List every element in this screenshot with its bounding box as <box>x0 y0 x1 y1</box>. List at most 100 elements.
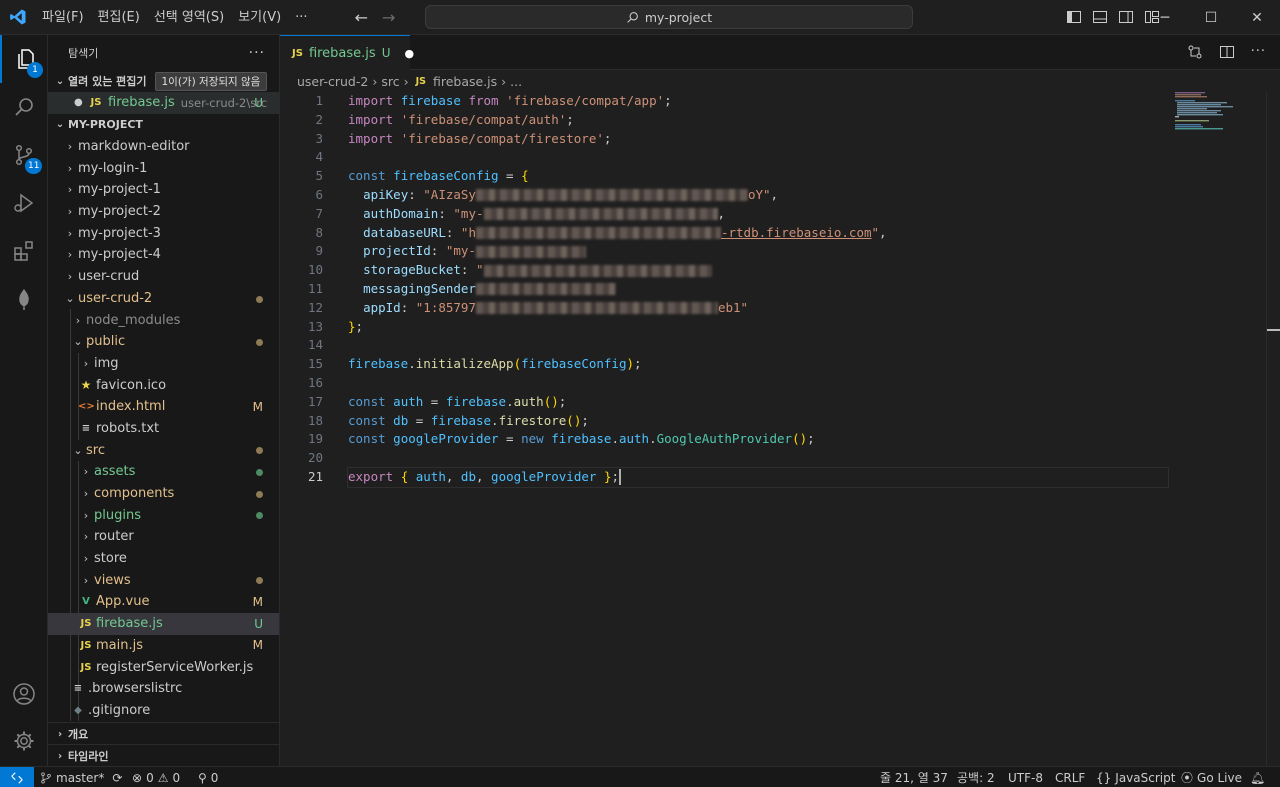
ports-status[interactable]: ⚲ 0 <box>198 767 218 787</box>
code-line: storageBucket: " <box>348 261 1168 280</box>
tree-item-favicon[interactable]: ★ favicon.ico <box>48 374 279 396</box>
open-editors-header[interactable]: ⌄ 열려 있는 편집기 1이(가) 저장되지 않음 <box>48 70 279 92</box>
file-tree: › markdown-editor › my-login-1 › my-project… <box>48 136 279 722</box>
tree-item-gitignore[interactable]: ◆ .gitignore <box>48 700 279 722</box>
tree-item-node-modules[interactable]: › node_modules <box>48 309 279 331</box>
cursor-position[interactable]: 줄 21, 열 37 <box>880 767 948 787</box>
menu-view[interactable]: 보기(V) <box>231 0 288 35</box>
maximize-icon[interactable]: ☐ <box>1188 0 1234 35</box>
toggle-primary-sidebar-icon[interactable] <box>1066 9 1082 25</box>
tree-item-firebase-js[interactable]: JS firebase.js U <box>48 612 279 635</box>
menu-edit[interactable]: 편집(E) <box>91 0 147 35</box>
code-editor[interactable]: 1 2 3 4 5 6 7 8 9 10 11 12 13 14 15 16 1… <box>280 92 1280 766</box>
tree-label: src <box>86 442 105 458</box>
breadcrumb-item[interactable]: firebase.js <box>433 74 497 89</box>
function: initializeApp <box>415 356 514 372</box>
split-editor-icon[interactable] <box>1219 44 1235 64</box>
explorer-activity[interactable]: 1 <box>0 35 48 83</box>
run-debug-activity[interactable] <box>0 179 48 227</box>
tree-item-app-vue[interactable]: V App.vue M <box>48 591 279 613</box>
breadcrumb-item[interactable]: ... <box>510 74 522 89</box>
tree-item-my-project-3[interactable]: › my-project-3 <box>48 222 279 244</box>
tree-item-components[interactable]: › components <box>48 483 279 505</box>
chevron-down-icon: ⌄ <box>65 291 75 305</box>
notifications-status[interactable]: 🔔︎ <box>1250 767 1265 787</box>
leaf-icon <box>19 289 29 310</box>
line-number: 2 <box>315 111 323 127</box>
command-center-search[interactable]: my-project <box>425 5 913 29</box>
text-file-icon: ≡ <box>81 422 91 434</box>
tree-item-my-project-1[interactable]: › my-project-1 <box>48 179 279 201</box>
vertical-scrollbar[interactable] <box>1266 92 1280 766</box>
identifier: firebase <box>445 393 507 409</box>
encoding-status[interactable]: UTF-8 <box>1008 767 1043 787</box>
more-actions-icon[interactable]: ··· <box>249 45 265 61</box>
tree-item-plugins[interactable]: › plugins <box>48 504 279 526</box>
identifier: googleProvider <box>393 431 499 447</box>
tree-label: store <box>94 551 127 567</box>
toggle-secondary-sidebar-icon[interactable] <box>1118 9 1134 25</box>
toggle-panel-icon[interactable] <box>1092 9 1108 25</box>
tree-item-user-crud-2[interactable]: ⌄ user-crud-2 <box>48 288 279 310</box>
breadcrumb-item[interactable]: user-crud-2 <box>297 74 368 89</box>
chevron-right-icon: › <box>83 465 89 479</box>
tree-item-views[interactable]: › views <box>48 569 279 591</box>
tree-item-index-html[interactable]: <> index.html M <box>48 396 279 418</box>
tree-item-my-project-4[interactable]: › my-project-4 <box>48 244 279 266</box>
manage-activity[interactable] <box>0 717 48 765</box>
tree-item-register-sw[interactable]: JS registerServiceWorker.js <box>48 656 279 678</box>
more-actions-icon[interactable]: ··· <box>1251 44 1266 64</box>
back-arrow-icon[interactable]: ← <box>355 8 368 27</box>
keyword: const <box>348 431 386 447</box>
indentation-status[interactable]: 공백: 2 <box>957 767 995 787</box>
extensions-activity[interactable] <box>0 227 48 275</box>
timeline-header[interactable]: › 타임라인 <box>48 745 279 767</box>
source-control-activity[interactable]: 11 <box>0 131 48 179</box>
menu-selection[interactable]: 선택 영역(S) <box>147 0 231 35</box>
menu-file[interactable]: 파일(F) <box>35 0 91 35</box>
open-editor-item[interactable]: ● JS firebase.js user-crud-2\src U <box>48 92 279 114</box>
tree-item-robots[interactable]: ≡ robots.txt <box>48 418 279 440</box>
problems-status[interactable]: ⊗ 0 ⚠ 0 <box>132 767 180 787</box>
outline-label: 개요 <box>68 728 89 741</box>
minimap[interactable] <box>1175 92 1265 132</box>
mongodb-activity[interactable] <box>0 275 48 323</box>
tree-item-img[interactable]: › img <box>48 353 279 375</box>
tree-label: plugins <box>94 507 141 523</box>
eol-status[interactable]: CRLF <box>1055 767 1085 787</box>
tree-item-src[interactable]: ⌄ src <box>48 439 279 461</box>
tree-item-public[interactable]: ⌄ public <box>48 331 279 353</box>
accounts-activity[interactable] <box>0 670 48 718</box>
outline-header[interactable]: › 개요 <box>48 723 279 745</box>
menu-more[interactable]: ··· <box>288 0 314 35</box>
tree-label: App.vue <box>96 594 150 610</box>
remote-indicator[interactable] <box>0 767 34 787</box>
go-live-button[interactable]: ⦿ Go Live <box>1181 767 1242 787</box>
tree-item-store[interactable]: › store <box>48 548 279 570</box>
breadcrumb-item[interactable]: src <box>381 74 399 89</box>
language-status[interactable]: {} JavaScript <box>1096 767 1175 787</box>
tree-item-my-project-2[interactable]: › my-project-2 <box>48 201 279 223</box>
chevron-right-icon: › <box>57 750 63 762</box>
search-activity[interactable] <box>0 83 48 131</box>
tree-item-assets[interactable]: › assets <box>48 461 279 483</box>
tree-label: favicon.ico <box>96 377 167 393</box>
forward-arrow-icon[interactable]: → <box>382 8 395 27</box>
compare-changes-icon[interactable] <box>1187 44 1203 64</box>
branch-status[interactable]: master* ⟳ <box>40 767 122 787</box>
string: 'firebase/compat/auth' <box>400 111 567 127</box>
line-number: 8 <box>315 224 323 240</box>
tab-firebase-js[interactable]: JS firebase.js U ● <box>280 35 414 70</box>
tree-item-markdown-editor[interactable]: › markdown-editor <box>48 136 279 158</box>
tree-item-main-js[interactable]: JS main.js M <box>48 635 279 657</box>
tree-item-browserslistrc[interactable]: ≡ .browserslistrc <box>48 678 279 700</box>
unsaved-dot-icon[interactable]: ● <box>405 47 415 60</box>
tree-item-user-crud[interactable]: › user-crud <box>48 266 279 288</box>
close-icon[interactable]: ✕ <box>1234 0 1280 35</box>
tree-item-my-login-1[interactable]: › my-login-1 <box>48 157 279 179</box>
minimize-icon[interactable]: ─ <box>1142 0 1188 35</box>
keyword: import <box>348 130 394 146</box>
project-header[interactable]: ⌄ MY-PROJECT <box>48 114 279 136</box>
sync-icon[interactable]: ⟳ <box>112 771 122 785</box>
tree-item-router[interactable]: › router <box>48 526 279 548</box>
